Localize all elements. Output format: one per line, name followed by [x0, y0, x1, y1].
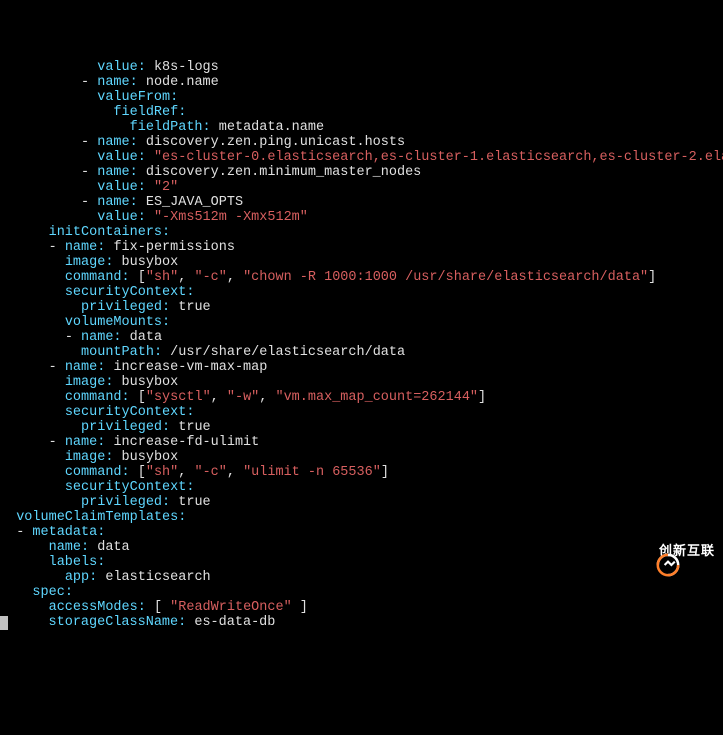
logo-icon — [619, 533, 653, 567]
yaml-code-block: value: k8s-logs - name: node.name valueF… — [0, 60, 723, 630]
watermark-logo: 创新互联 — [619, 533, 715, 567]
